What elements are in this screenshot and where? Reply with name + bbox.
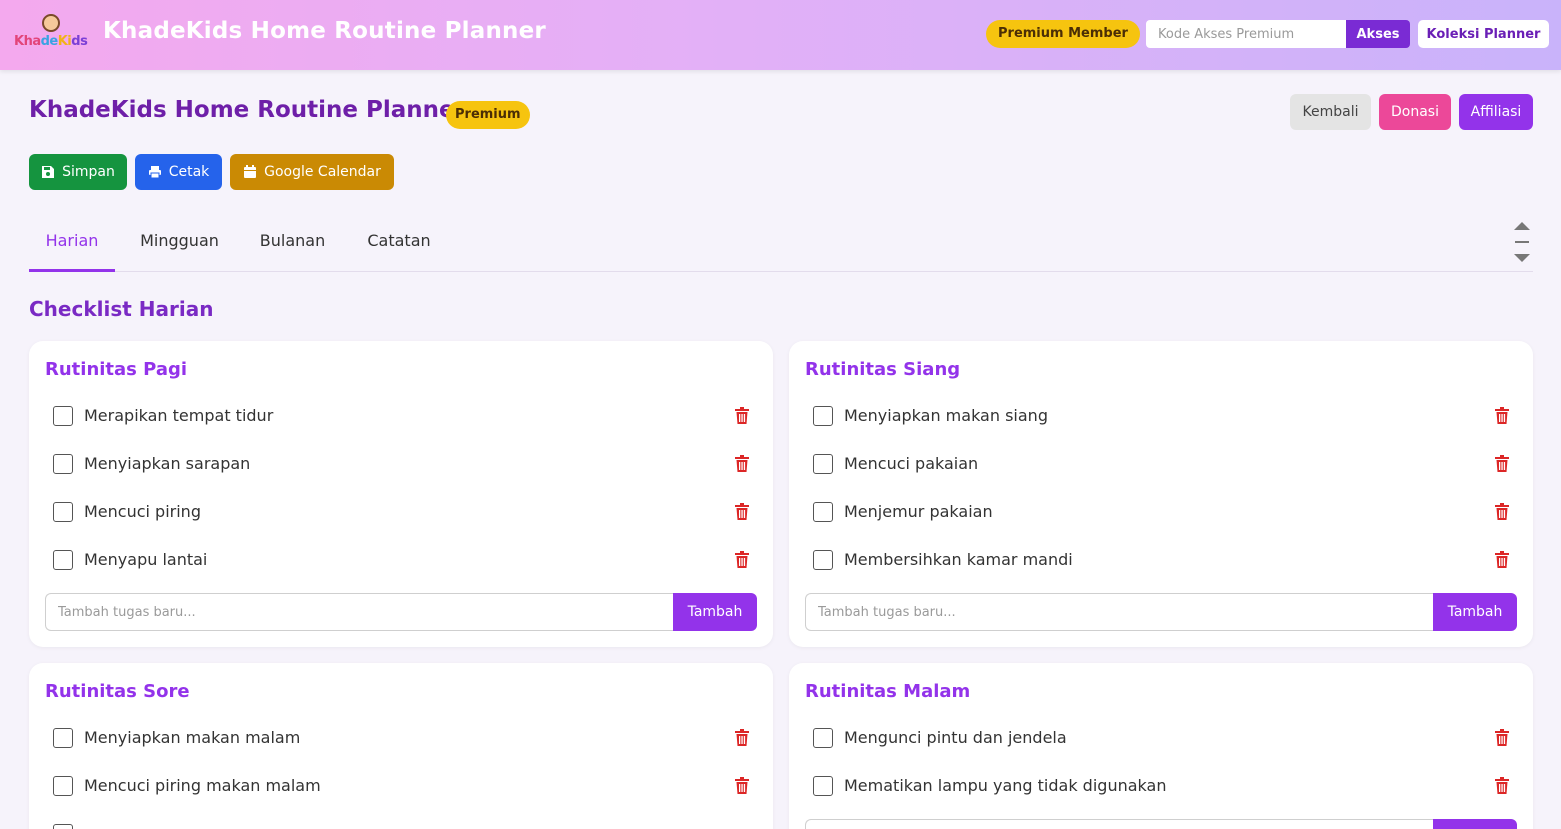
- task-label: Mencuci pakaian: [844, 454, 979, 473]
- add-task-input[interactable]: [805, 593, 1433, 631]
- premium-code-input[interactable]: [1146, 20, 1346, 48]
- routine-title: Rutinitas Malam: [805, 681, 971, 702]
- routine-card-pagi: Rutinitas Pagi Merapikan tempat tidur Me…: [29, 341, 773, 647]
- task-label: Mengunci pintu dan jendela: [844, 728, 1067, 747]
- task-label: Menjemur pakaian: [844, 502, 993, 521]
- trash-icon[interactable]: [735, 551, 749, 568]
- task-checkbox[interactable]: [53, 502, 73, 522]
- routine-title: Rutinitas Siang: [805, 359, 961, 380]
- add-task-row: Tambah: [805, 593, 1517, 631]
- add-task-input[interactable]: [45, 593, 673, 631]
- task-item: Membersihkan kamar mandi: [813, 544, 1517, 576]
- task-item: Merapikan tempat tidur: [53, 400, 757, 432]
- task-label: Membersihkan kamar mandi: [844, 550, 1073, 569]
- top-bar: KhadeKids KhadeKids Home Routine Planner…: [0, 0, 1561, 70]
- task-checkbox[interactable]: [813, 406, 833, 426]
- print-label: Cetak: [168, 164, 210, 180]
- google-calendar-button[interactable]: Google Calendar: [230, 154, 394, 190]
- task-checkbox[interactable]: [813, 454, 833, 474]
- add-task-input[interactable]: [805, 819, 1433, 829]
- trash-icon[interactable]: [1495, 551, 1509, 568]
- task-item: Menyiapkan makan malam: [53, 722, 757, 754]
- add-task-row: Tambah: [45, 593, 757, 631]
- task-checkbox[interactable]: [813, 502, 833, 522]
- print-icon: [148, 166, 161, 179]
- task-label: Mematikan lampu yang tidak digunakan: [844, 776, 1167, 795]
- routine-title: Rutinitas Pagi: [45, 359, 188, 380]
- tab-harian[interactable]: Harian: [29, 216, 115, 272]
- planner-collection-button[interactable]: Koleksi Planner: [1418, 20, 1549, 48]
- section-title: Checklist Harian: [29, 297, 214, 321]
- task-label: Menyiapkan makan siang: [844, 406, 1048, 425]
- affiliate-button[interactable]: Affiliasi: [1459, 94, 1533, 130]
- task-item: Menyiapkan makan siang: [813, 400, 1517, 432]
- task-checkbox[interactable]: [813, 776, 833, 796]
- task-item: Mencuci piring: [53, 496, 757, 528]
- task-checkbox[interactable]: [53, 824, 73, 829]
- trash-icon[interactable]: [735, 729, 749, 746]
- donate-button[interactable]: Donasi: [1379, 94, 1451, 130]
- tab-mingguan[interactable]: Mingguan: [129, 216, 230, 272]
- calendar-label: Google Calendar: [264, 164, 381, 180]
- task-checkbox[interactable]: [53, 454, 73, 474]
- task-checkbox[interactable]: [53, 728, 73, 748]
- trash-icon[interactable]: [1495, 503, 1509, 520]
- trash-icon[interactable]: [1495, 455, 1509, 472]
- logo-wordmark: KhadeKids: [14, 34, 88, 49]
- print-button[interactable]: Cetak: [135, 154, 222, 190]
- task-item: Mematikan lampu yang tidak digunakan: [813, 770, 1517, 802]
- task-label: Menyiapkan makan malam: [84, 728, 301, 747]
- app-title: KhadeKids Home Routine Planner: [103, 18, 546, 44]
- task-label: Mencuci piring: [84, 502, 201, 521]
- add-task-button[interactable]: [1433, 819, 1517, 829]
- task-checkbox[interactable]: [813, 550, 833, 570]
- task-item: Menyapu lantai: [53, 544, 757, 576]
- task-checkbox[interactable]: [813, 728, 833, 748]
- trash-icon[interactable]: [735, 503, 749, 520]
- trash-icon[interactable]: [735, 407, 749, 424]
- page-title: KhadeKids Home Routine Planner: [29, 97, 466, 123]
- task-item: [53, 818, 757, 829]
- add-task-button[interactable]: Tambah: [673, 593, 757, 631]
- routine-title: Rutinitas Sore: [45, 681, 190, 702]
- trash-icon[interactable]: [1495, 777, 1509, 794]
- calendar-icon: [244, 165, 257, 178]
- trash-icon[interactable]: [735, 777, 749, 794]
- logo-character-icon: [42, 14, 60, 32]
- task-label: Menyapu lantai: [84, 550, 208, 569]
- task-label: Merapikan tempat tidur: [84, 406, 274, 425]
- tab-bar: Harian Mingguan Bulanan Catatan: [29, 216, 1533, 272]
- back-button[interactable]: Kembali: [1290, 94, 1371, 130]
- routine-card-malam: Rutinitas Malam Mengunci pintu dan jende…: [789, 663, 1533, 829]
- trash-icon[interactable]: [1495, 407, 1509, 424]
- premium-badge: Premium: [446, 101, 530, 129]
- tab-scroll-arrows-icon[interactable]: [1510, 214, 1534, 270]
- save-icon: [42, 166, 55, 178]
- tab-catatan[interactable]: Catatan: [355, 216, 443, 272]
- task-item: Mencuci pakaian: [813, 448, 1517, 480]
- trash-icon[interactable]: [1495, 729, 1509, 746]
- access-button[interactable]: Akses: [1346, 20, 1410, 48]
- task-label: Menyiapkan sarapan: [84, 454, 251, 473]
- task-item: Menyiapkan sarapan: [53, 448, 757, 480]
- routine-card-sore: Rutinitas Sore Menyiapkan makan malam Me…: [29, 663, 773, 829]
- tab-bulanan[interactable]: Bulanan: [250, 216, 335, 272]
- save-button[interactable]: Simpan: [29, 154, 127, 190]
- task-checkbox[interactable]: [53, 406, 73, 426]
- khadekids-logo[interactable]: KhadeKids: [14, 12, 90, 54]
- task-item: Mengunci pintu dan jendela: [813, 722, 1517, 754]
- task-item: Menjemur pakaian: [813, 496, 1517, 528]
- task-checkbox[interactable]: [53, 550, 73, 570]
- add-task-row: [805, 819, 1517, 829]
- save-label: Simpan: [62, 164, 115, 180]
- premium-member-badge: Premium Member: [986, 20, 1140, 48]
- task-item: Mencuci piring makan malam: [53, 770, 757, 802]
- add-task-button[interactable]: Tambah: [1433, 593, 1517, 631]
- task-checkbox[interactable]: [53, 776, 73, 796]
- routine-card-siang: Rutinitas Siang Menyiapkan makan siang M…: [789, 341, 1533, 647]
- task-label: Mencuci piring makan malam: [84, 776, 321, 795]
- trash-icon[interactable]: [735, 455, 749, 472]
